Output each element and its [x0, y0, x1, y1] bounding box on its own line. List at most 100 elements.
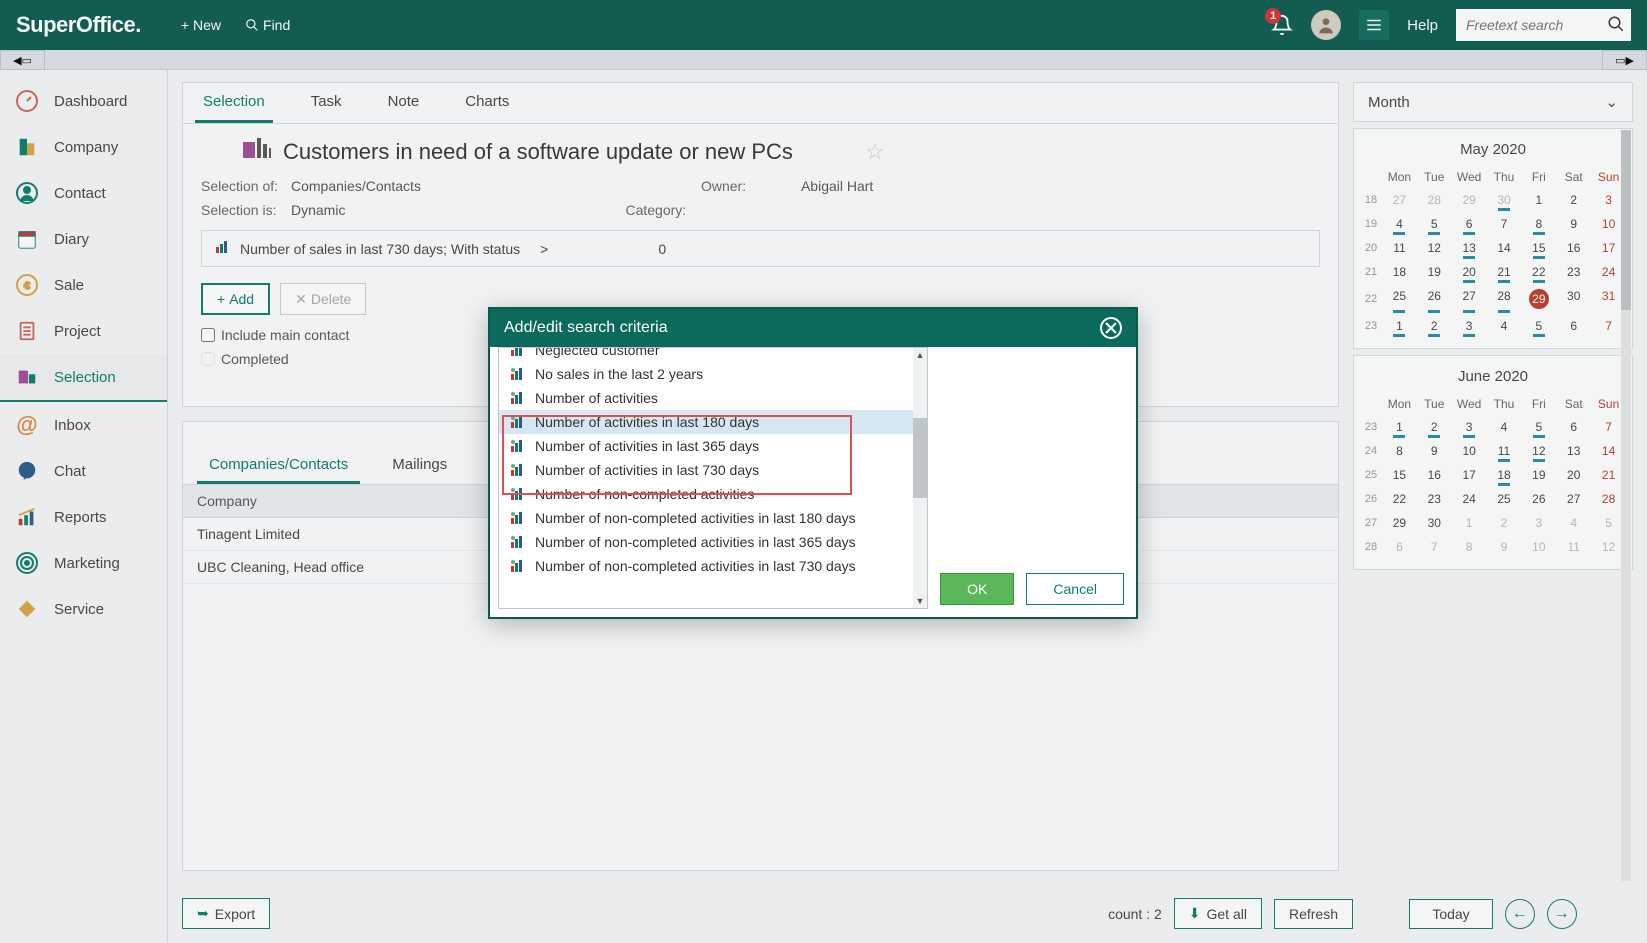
calendar-day[interactable]: 4: [1487, 314, 1522, 338]
calendar-day[interactable]: 8: [1452, 535, 1487, 559]
tab-charts[interactable]: Charts: [457, 83, 517, 123]
calendar-day[interactable]: 5: [1417, 212, 1452, 236]
calendar-day[interactable]: 2: [1556, 188, 1591, 212]
today-button[interactable]: Today: [1409, 899, 1492, 929]
calendar-day[interactable]: 29: [1521, 284, 1556, 314]
calendar-day[interactable]: 9: [1487, 535, 1522, 559]
sidebar-item-selection[interactable]: Selection: [0, 354, 167, 402]
calendar-day[interactable]: 26: [1521, 487, 1556, 511]
criteria-list-item[interactable]: Number of non-completed activities in la…: [499, 554, 927, 578]
calendar-day[interactable]: 5: [1521, 415, 1556, 439]
tab-selection[interactable]: Selection: [195, 83, 273, 123]
calendar-day[interactable]: 2: [1417, 314, 1452, 338]
sidebar-item-chat[interactable]: Chat: [0, 448, 167, 494]
tab-task[interactable]: Task: [303, 83, 350, 123]
criteria-list-item[interactable]: Number of activities in last 180 days: [499, 410, 927, 434]
criteria-list-item[interactable]: Number of activities: [499, 386, 927, 410]
calendar-day[interactable]: 6: [1452, 212, 1487, 236]
scrollbar-thumb[interactable]: [1621, 130, 1631, 310]
calendar-day[interactable]: 3: [1452, 314, 1487, 338]
new-button[interactable]: + New: [181, 17, 221, 33]
criteria-list-item[interactable]: Number of activities in last 730 days: [499, 458, 927, 482]
scroll-up-arrow[interactable]: ▲: [913, 348, 927, 362]
calendar-day[interactable]: 14: [1487, 236, 1522, 260]
main-menu-button[interactable]: [1359, 10, 1389, 40]
calendar-day[interactable]: 30: [1417, 511, 1452, 535]
calendar-day[interactable]: 1: [1382, 314, 1417, 338]
calendar-day[interactable]: 7: [1487, 212, 1522, 236]
export-button[interactable]: ➥ Export: [182, 898, 270, 929]
calendar-day[interactable]: 1: [1382, 415, 1417, 439]
calendar-day[interactable]: 25: [1487, 487, 1522, 511]
calendar-day[interactable]: 6: [1556, 415, 1591, 439]
sidebar-item-service[interactable]: Service: [0, 586, 167, 632]
calendar-day[interactable]: 1: [1452, 511, 1487, 535]
criteria-list-item[interactable]: Number of activities in last 365 days: [499, 434, 927, 458]
sidebar-item-inbox[interactable]: @ Inbox: [0, 402, 167, 448]
criteria-list-item[interactable]: Number of non-completed activities in la…: [499, 506, 927, 530]
calendar-day[interactable]: 19: [1521, 463, 1556, 487]
add-criteria-button[interactable]: + Add: [201, 283, 270, 315]
calendar-day[interactable]: 11: [1487, 439, 1522, 463]
calendar-day[interactable]: 30: [1487, 188, 1522, 212]
calendar-day[interactable]: 10: [1452, 439, 1487, 463]
calendar-day[interactable]: 2: [1417, 415, 1452, 439]
calendar-day[interactable]: 23: [1556, 260, 1591, 284]
sidebar-item-sale[interactable]: € Sale: [0, 262, 167, 308]
calendar-day[interactable]: 9: [1417, 439, 1452, 463]
calendar-day[interactable]: 5: [1521, 314, 1556, 338]
criteria-list-item[interactable]: No sales in the last 2 years: [499, 362, 927, 386]
freetext-search-input[interactable]: [1456, 9, 1631, 41]
calendar-day[interactable]: 25: [1382, 284, 1417, 314]
include-main-contact-checkbox[interactable]: [201, 328, 215, 342]
calendar-day[interactable]: 22: [1521, 260, 1556, 284]
calendar-day[interactable]: 6: [1382, 535, 1417, 559]
calendar-day[interactable]: 16: [1556, 236, 1591, 260]
dialog-ok-button[interactable]: OK: [940, 573, 1014, 605]
calendar-day[interactable]: 17: [1452, 463, 1487, 487]
calendar-scrollbar[interactable]: [1621, 130, 1631, 881]
calendar-day[interactable]: 2: [1487, 511, 1522, 535]
sidebar-item-project[interactable]: Project: [0, 308, 167, 354]
find-button[interactable]: Find: [245, 17, 290, 33]
calendar-day[interactable]: 15: [1521, 236, 1556, 260]
calendar-day[interactable]: 4: [1556, 511, 1591, 535]
sidebar-item-diary[interactable]: Diary: [0, 216, 167, 262]
sidebar-item-marketing[interactable]: Marketing: [0, 540, 167, 586]
calendar-day[interactable]: 4: [1487, 415, 1522, 439]
criteria-list-item[interactable]: Number of non-completed activities in la…: [499, 530, 927, 554]
calendar-day[interactable]: 22: [1382, 487, 1417, 511]
dialog-cancel-button[interactable]: Cancel: [1026, 573, 1124, 605]
calendar-day[interactable]: 30: [1556, 284, 1591, 314]
listbox-scrollbar[interactable]: ▲ ▼: [913, 348, 927, 608]
calendar-day[interactable]: 16: [1417, 463, 1452, 487]
calendar-day[interactable]: 12: [1417, 236, 1452, 260]
notifications-button[interactable]: 1: [1271, 14, 1293, 36]
prev-button[interactable]: ←: [1505, 899, 1535, 929]
delete-criteria-button[interactable]: ✕ Delete: [280, 283, 366, 315]
calendar-day[interactable]: 1: [1521, 188, 1556, 212]
calendar-day[interactable]: 20: [1452, 260, 1487, 284]
calendar-day[interactable]: 19: [1417, 260, 1452, 284]
calendar-day[interactable]: 11: [1382, 236, 1417, 260]
calendar-day[interactable]: 9: [1556, 212, 1591, 236]
dialog-close-button[interactable]: [1100, 317, 1122, 339]
calendar-day[interactable]: 29: [1452, 188, 1487, 212]
sidebar-item-contact[interactable]: Contact: [0, 170, 167, 216]
calendar-day[interactable]: 7: [1417, 535, 1452, 559]
calendar-day[interactable]: 18: [1487, 463, 1522, 487]
calendar-day[interactable]: 3: [1452, 415, 1487, 439]
calendar-day[interactable]: 27: [1556, 487, 1591, 511]
calendar-day[interactable]: 28: [1417, 188, 1452, 212]
calendar-day[interactable]: 8: [1382, 439, 1417, 463]
criteria-listbox[interactable]: Neglected customerNo sales in the last 2…: [498, 347, 928, 609]
calendar-day[interactable]: 24: [1452, 487, 1487, 511]
calendar-day[interactable]: 21: [1487, 260, 1522, 284]
calendar-day[interactable]: 13: [1556, 439, 1591, 463]
collapse-left-button[interactable]: ◀▭: [0, 50, 45, 70]
favorite-star-icon[interactable]: ☆: [865, 139, 885, 165]
calendar-day[interactable]: 18: [1382, 260, 1417, 284]
calendar-day[interactable]: 27: [1382, 188, 1417, 212]
calendar-day[interactable]: 10: [1521, 535, 1556, 559]
calendar-day[interactable]: 20: [1556, 463, 1591, 487]
